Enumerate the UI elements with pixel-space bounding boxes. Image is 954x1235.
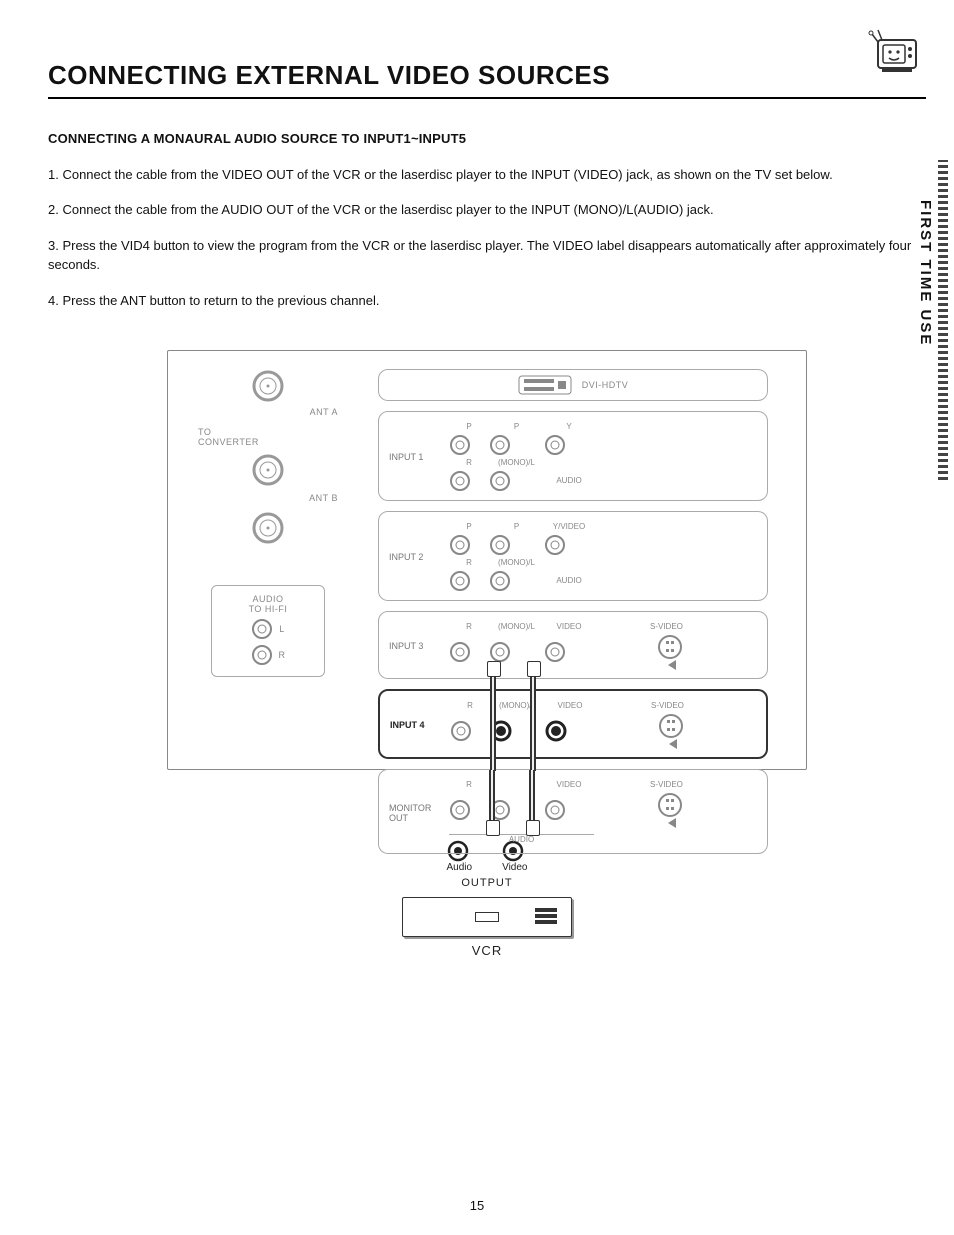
rca-plug-icon (487, 661, 501, 677)
page-title: Connecting External Video Sources (48, 60, 926, 99)
rca-jack-icon (544, 434, 566, 456)
input2-row: INPUT 2 P P Y/VIDEO R (MONO)/L (378, 511, 768, 601)
cable-icon (489, 770, 495, 824)
rca-jack-icon (449, 641, 471, 663)
dvi-label: DVI-HDTV (582, 380, 629, 390)
cable-icon (529, 770, 535, 824)
audio-hifi-label: AUDIO TO HI-FI (218, 594, 318, 614)
page-number: 15 (0, 1198, 954, 1213)
rca-jack-icon (489, 570, 511, 592)
dvi-port-icon (518, 375, 572, 395)
audio-to-hifi-box: AUDIO TO HI-FI L R (211, 585, 325, 677)
input1-row: INPUT 1 P P Y R (MONO)/L A (378, 411, 768, 501)
section-tab: FIRST TIME USE (918, 160, 948, 480)
l-label: L (279, 624, 285, 634)
dvi-row: DVI-HDTV (378, 369, 768, 401)
manual-page: Connecting External Video Sources FIRST … (0, 0, 954, 1235)
rca-jack-icon (489, 434, 511, 456)
input4-row: INPUT 4 R (MONO)/L VIDEO S-VIDEO (378, 689, 768, 759)
input3-row: INPUT 3 R (MONO)/L VIDEO S-VIDEO (378, 611, 768, 679)
r-label: R (279, 650, 286, 660)
input4-label: INPUT 4 (390, 720, 450, 730)
svideo-jack-icon (657, 634, 683, 660)
rca-jack-icon (449, 570, 471, 592)
rca-jack-icon (489, 641, 511, 663)
input1-label: INPUT 1 (389, 452, 449, 462)
cable-icon (530, 669, 536, 771)
rca-jack-icon (544, 641, 566, 663)
step-3: 3. Press the VID4 button to view the pro… (48, 236, 926, 275)
ant-a-label: ANT A (198, 407, 338, 417)
rca-jack-icon (251, 618, 273, 640)
rca-jack-icon (545, 720, 567, 742)
rca-jack-icon (449, 434, 471, 456)
tv-mascot-icon (868, 28, 922, 76)
vcr-output-label: OUTPUT (402, 877, 572, 889)
rca-plug-icon (486, 820, 500, 836)
section-tab-label: FIRST TIME USE (917, 200, 934, 346)
input3-label: INPUT 3 (389, 641, 449, 651)
rca-plug-icon (527, 661, 541, 677)
body-copy: CONNECTING A MONAURAL AUDIO SOURCE TO IN… (48, 129, 926, 310)
rca-jack-icon (251, 644, 273, 666)
tv-back-panel: ANT A TO CONVERTER ANT B AUDIO TO HI-FI … (167, 350, 807, 770)
to-converter-label: TO CONVERTER (198, 427, 338, 447)
coax-jack-icon (251, 511, 285, 545)
arrow-left-icon (669, 739, 677, 749)
rca-jack-icon (450, 720, 472, 742)
connection-diagram: ANT A TO CONVERTER ANT B AUDIO TO HI-FI … (167, 350, 807, 958)
ant-b-label: ANT B (198, 493, 338, 503)
vcr-caption: VCR (402, 943, 572, 958)
step-4: 4. Press the ANT button to return to the… (48, 291, 926, 311)
tab-stripes-icon (938, 160, 948, 480)
rca-jack-icon (489, 470, 511, 492)
rca-jack-icon (449, 534, 471, 556)
vcr-unit-icon (402, 897, 572, 937)
subheading: CONNECTING A MONAURAL AUDIO SOURCE TO IN… (48, 129, 926, 149)
arrow-left-icon (668, 660, 676, 670)
left-jack-column: ANT A TO CONVERTER ANT B AUDIO TO HI-FI … (198, 369, 338, 677)
rca-plug-icon (526, 820, 540, 836)
rca-jack-icon (544, 534, 566, 556)
rca-jack-icon (489, 534, 511, 556)
step-2: 2. Connect the cable from the AUDIO OUT … (48, 200, 926, 220)
rca-jack-icon (449, 470, 471, 492)
step-1: 1. Connect the cable from the VIDEO OUT … (48, 165, 926, 185)
coax-jack-icon (251, 369, 285, 403)
input2-label: INPUT 2 (389, 552, 449, 562)
coax-jack-icon (251, 453, 285, 487)
svideo-jack-icon (658, 713, 684, 739)
cable-icon (490, 669, 496, 771)
